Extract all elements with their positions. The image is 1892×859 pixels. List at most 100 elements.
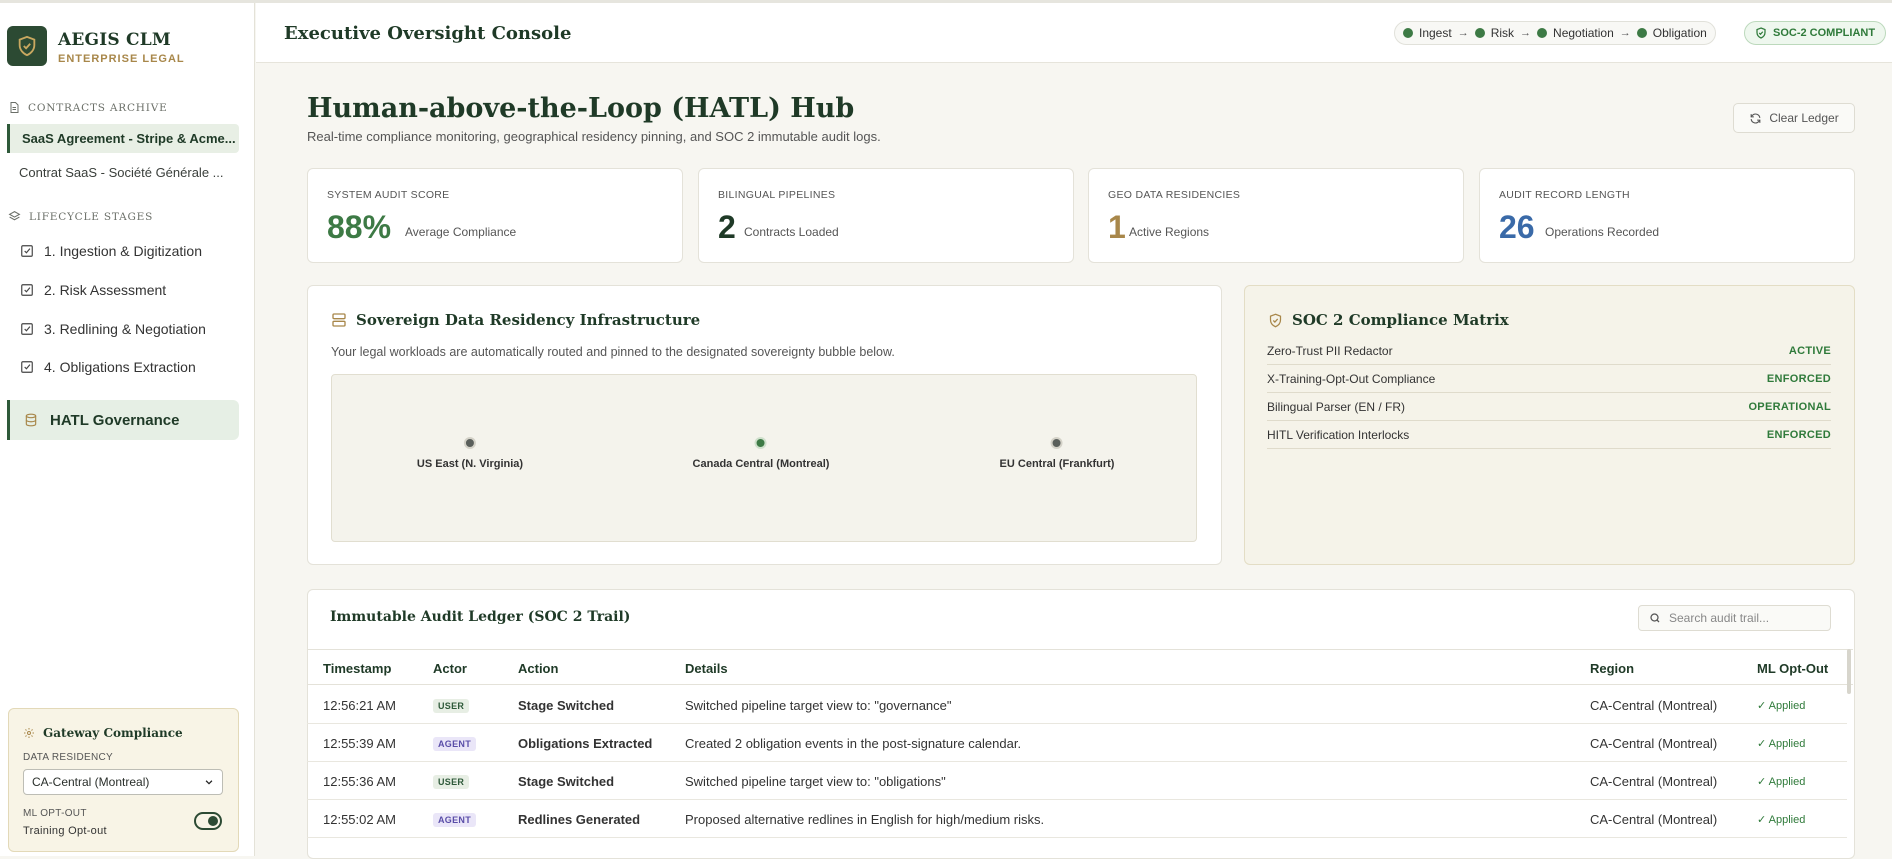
kpi-label: AUDIT RECORD LENGTH [1499, 189, 1630, 201]
kpi-audit-record-length: AUDIT RECORD LENGTH 26 Operations Record… [1479, 168, 1855, 263]
shield-check-icon [1269, 313, 1282, 327]
kpi-sub: Active Regions [1129, 225, 1210, 239]
arrow-right-icon: → [1619, 27, 1631, 39]
kpi-value: 26 [1499, 209, 1535, 245]
refresh-icon [1750, 113, 1761, 123]
table-scrollbar[interactable] [1847, 649, 1851, 694]
col-details: Details [685, 661, 728, 676]
audit-ledger-title: Immutable Audit Ledger (SOC 2 Trail) [330, 609, 631, 625]
search-icon [1650, 613, 1660, 623]
actor-badge: USER [433, 699, 470, 713]
document-icon [10, 102, 19, 113]
pipeline-step-negotiation: Negotiation [1553, 26, 1614, 40]
region-eu-central[interactable]: EU Central (Frankfurt) [1000, 437, 1114, 470]
soc-control-row: X-Training-Opt-Out Compliance ENFORCED [1267, 365, 1831, 393]
soc2-matrix-panel: SOC 2 Compliance Matrix Zero-Trust PII R… [1244, 285, 1855, 565]
data-residency-label: DATA RESIDENCY [23, 752, 113, 763]
contract-item-societe-generale[interactable]: Contrat SaaS - Société Générale ... [7, 158, 239, 187]
table-row: 12:55:39 AM AGENT Obligations Extracted … [307, 724, 1847, 762]
stage-redlining[interactable]: 3. Redlining & Negotiation [20, 321, 206, 337]
table-row: 12:55:02 AM AGENT Redlines Generated Pro… [307, 800, 1847, 838]
soc2-matrix-title: SOC 2 Compliance Matrix [1268, 311, 1509, 329]
kpi-label: GEO DATA RESIDENCIES [1108, 189, 1241, 201]
pipeline-step-obligation: Obligation [1652, 26, 1707, 40]
contracts-archive-heading: CONTRACTS ARCHIVE [8, 101, 168, 114]
gear-icon [24, 728, 34, 738]
chevron-down-icon [205, 780, 213, 785]
page-subtitle: Real-time compliance monitoring, geograp… [307, 129, 881, 144]
status-dot [1474, 28, 1485, 38]
hatl-governance-nav[interactable]: HATL Governance [7, 400, 239, 440]
region-dot [1051, 437, 1063, 449]
shield-check-icon [1756, 27, 1766, 39]
kpi-geo-residencies: GEO DATA RESIDENCIES 1 Active Regions [1088, 168, 1464, 263]
pipeline-step-risk: Risk [1490, 26, 1515, 40]
kpi-sub: Average Compliance [405, 225, 517, 239]
actor-badge: USER [433, 775, 470, 789]
pipeline-indicator: Ingest → Risk → Negotiation → Obligation [1394, 21, 1716, 45]
kpi-audit-score: SYSTEM AUDIT SCORE 88% Average Complianc… [307, 168, 683, 263]
data-residency-select[interactable]: CA-Central (Montreal) [23, 769, 223, 795]
kpi-label: SYSTEM AUDIT SCORE [327, 189, 450, 201]
residency-title: Sovereign Data Residency Infrastructure [331, 311, 700, 329]
table-row: 12:56:21 AM USER Stage Switched Switched… [307, 686, 1847, 724]
actor-badge: AGENT [433, 813, 476, 827]
server-icon [332, 313, 346, 327]
console-title: Executive Oversight Console [284, 23, 572, 44]
pipeline-step-ingest: Ingest [1419, 26, 1452, 40]
status-badge: ACTIVE [1788, 344, 1831, 357]
actor-badge: AGENT [433, 737, 476, 751]
ml-optout-toggle[interactable] [194, 812, 222, 830]
ml-optout-label: ML OPT-OUT [23, 808, 87, 819]
col-actor: Actor [433, 661, 467, 676]
status-badge: ENFORCED [1766, 428, 1831, 441]
status-dot [1403, 28, 1413, 38]
residency-panel: Sovereign Data Residency Infrastructure … [307, 285, 1222, 565]
brand-subtitle: ENTERPRISE LEGAL [58, 53, 185, 65]
contract-item-stripe-acme[interactable]: SaaS Agreement - Stripe & Acme... [7, 124, 239, 153]
training-optout-label: Training Opt-out [23, 825, 107, 837]
lifecycle-stages-heading: LIFECYCLE STAGES [8, 210, 153, 223]
checkbox-icon [21, 245, 33, 257]
checkbox-icon [21, 284, 33, 296]
stage-risk-assessment[interactable]: 2. Risk Assessment [20, 282, 166, 298]
layers-icon [8, 211, 21, 221]
col-region: Region [1590, 661, 1635, 676]
soc-control-row: HITL Verification Interlocks ENFORCED [1267, 421, 1831, 449]
arrow-right-icon: → [1457, 27, 1469, 39]
checkbox-icon [21, 323, 33, 335]
kpi-bilingual-pipelines: BILINGUAL PIPELINES 2 Contracts Loaded [698, 168, 1074, 263]
gateway-compliance-panel: Gateway Compliance DATA RESIDENCY CA-Cen… [8, 708, 239, 852]
col-ml-optout: ML Opt-Out [1757, 661, 1829, 676]
shield-logo-icon [7, 26, 47, 66]
kpi-value: 88% [327, 209, 392, 245]
region-us-east[interactable]: US East (N. Virginia) [417, 437, 523, 470]
ledger-table-header: Timestamp Actor Action Details Region ML… [307, 649, 1853, 685]
status-dot [1636, 28, 1647, 38]
residency-map: US East (N. Virginia) Canada Central (Mo… [331, 374, 1197, 542]
status-badge: OPERATIONAL [1748, 400, 1831, 413]
col-timestamp: Timestamp [323, 661, 392, 676]
soc-control-row: Bilingual Parser (EN / FR) OPERATIONAL [1267, 393, 1831, 421]
col-action: Action [518, 661, 559, 676]
sidebar: AEGIS CLM ENTERPRISE LEGAL CONTRACTS ARC… [0, 3, 255, 856]
table-row: 12:55:36 AM USER Stage Switched Switched… [307, 762, 1847, 800]
region-dot-active [754, 437, 767, 449]
status-badge: ENFORCED [1766, 372, 1831, 385]
brand-name: AEGIS CLM [58, 30, 171, 50]
residency-description: Your legal workloads are automatically r… [331, 345, 895, 359]
checkbox-icon [21, 361, 33, 373]
region-dot [464, 437, 476, 449]
stage-obligations[interactable]: 4. Obligations Extraction [20, 359, 196, 375]
stage-ingestion[interactable]: 1. Ingestion & Digitization [20, 243, 202, 259]
kpi-value: 2 [718, 209, 736, 245]
region-canada-central[interactable]: Canada Central (Montreal) [693, 437, 829, 470]
top-header: Executive Oversight Console Ingest → Risk… [256, 3, 1892, 63]
status-dot [1537, 28, 1548, 38]
page-title: Human-above-the-Loop (HATL) Hub [307, 93, 855, 124]
gateway-title: Gateway Compliance [23, 726, 183, 740]
soc2-compliant-badge: SOC-2 COMPLIANT [1744, 21, 1887, 45]
audit-search-input[interactable]: Search audit trail... [1638, 605, 1831, 631]
kpi-sub: Contracts Loaded [744, 225, 839, 239]
clear-ledger-button[interactable]: Clear Ledger [1733, 103, 1855, 133]
